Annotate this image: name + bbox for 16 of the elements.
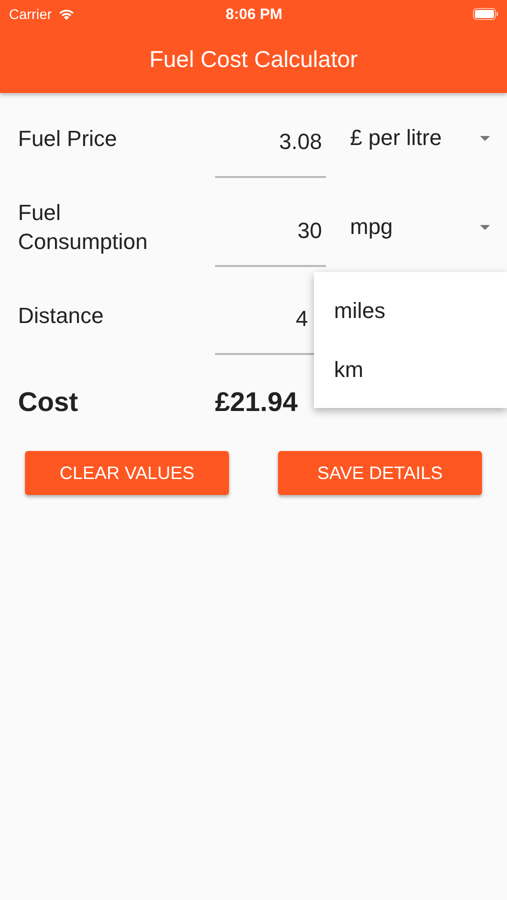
unit-dropdown[interactable]: mpg [350,207,490,247]
battery-icon [472,8,499,20]
app-title: Fuel Cost Calculator [148,45,359,74]
field-label: Fuel Price [18,124,118,152]
caret-icon [480,136,490,140]
input-field[interactable]: 3.08 [215,108,326,178]
field-label: Distance [18,302,105,330]
caret-icon [480,224,490,230]
unit-dropdown[interactable]: £ per litre [350,118,490,158]
cost-label: Cost [18,386,79,418]
input-field[interactable]: 30 [215,197,326,267]
wifi-icon [58,8,75,20]
cost-value: £21.94 [215,386,299,418]
status-time: 8:06 PM [226,6,282,22]
carrier-name: Carrier [9,6,52,22]
field-label: Fuel Consumption [18,199,149,256]
